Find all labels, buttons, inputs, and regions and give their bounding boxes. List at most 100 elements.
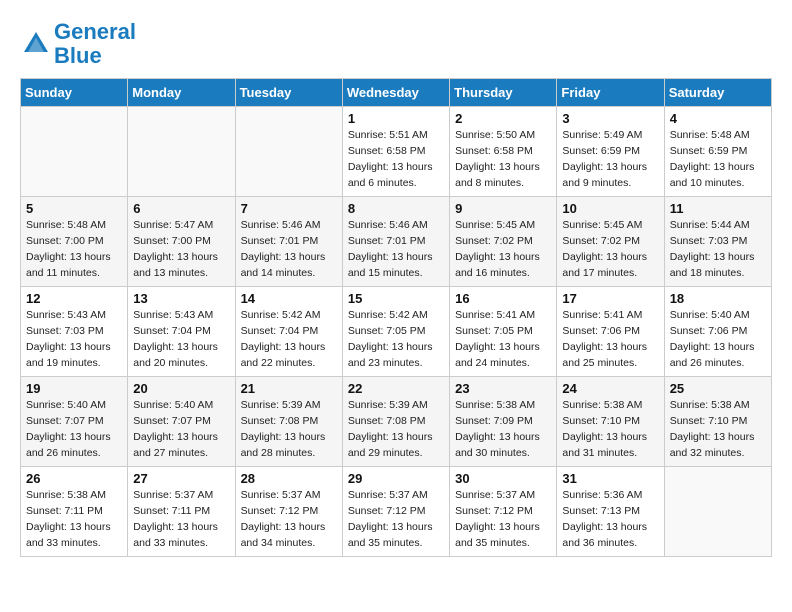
day-number: 8 xyxy=(348,201,444,216)
calendar-cell: 4 Sunrise: 5:48 AMSunset: 6:59 PMDaylight… xyxy=(664,107,771,197)
day-number: 15 xyxy=(348,291,444,306)
logo-icon xyxy=(20,28,52,60)
day-number: 14 xyxy=(241,291,337,306)
calendar-cell xyxy=(128,107,235,197)
day-info: Sunrise: 5:41 AMSunset: 7:05 PMDaylight:… xyxy=(455,308,551,371)
day-number: 21 xyxy=(241,381,337,396)
day-number: 24 xyxy=(562,381,658,396)
calendar-cell: 7 Sunrise: 5:46 AMSunset: 7:01 PMDaylight… xyxy=(235,197,342,287)
header-cell-monday: Monday xyxy=(128,79,235,107)
calendar-cell: 24 Sunrise: 5:38 AMSunset: 7:10 PMDayligh… xyxy=(557,377,664,467)
day-number: 26 xyxy=(26,471,122,486)
day-info: Sunrise: 5:47 AMSunset: 7:00 PMDaylight:… xyxy=(133,218,229,281)
day-info: Sunrise: 5:39 AMSunset: 7:08 PMDaylight:… xyxy=(348,398,444,461)
calendar-cell: 5 Sunrise: 5:48 AMSunset: 7:00 PMDaylight… xyxy=(21,197,128,287)
day-info: Sunrise: 5:38 AMSunset: 7:09 PMDaylight:… xyxy=(455,398,551,461)
day-number: 31 xyxy=(562,471,658,486)
calendar-cell: 21 Sunrise: 5:39 AMSunset: 7:08 PMDayligh… xyxy=(235,377,342,467)
calendar-week-2: 12 Sunrise: 5:43 AMSunset: 7:03 PMDayligh… xyxy=(21,287,772,377)
day-info: Sunrise: 5:45 AMSunset: 7:02 PMDaylight:… xyxy=(455,218,551,281)
day-info: Sunrise: 5:46 AMSunset: 7:01 PMDaylight:… xyxy=(241,218,337,281)
day-number: 5 xyxy=(26,201,122,216)
calendar-cell: 20 Sunrise: 5:40 AMSunset: 7:07 PMDayligh… xyxy=(128,377,235,467)
day-info: Sunrise: 5:39 AMSunset: 7:08 PMDaylight:… xyxy=(241,398,337,461)
calendar-cell: 1Sunrise: 5:51 AMSunset: 6:58 PMDaylight… xyxy=(342,107,449,197)
day-info: Sunrise: 5:48 AMSunset: 6:59 PMDaylight:… xyxy=(670,128,766,191)
calendar-week-3: 19Sunrise: 5:40 AMSunset: 7:07 PMDayligh… xyxy=(21,377,772,467)
day-number: 4 xyxy=(670,111,766,126)
day-info: Sunrise: 5:38 AMSunset: 7:10 PMDaylight:… xyxy=(670,398,766,461)
day-number: 6 xyxy=(133,201,229,216)
header-cell-thursday: Thursday xyxy=(450,79,557,107)
calendar-cell: 18Sunrise: 5:40 AMSunset: 7:06 PMDayligh… xyxy=(664,287,771,377)
header-cell-sunday: Sunday xyxy=(21,79,128,107)
calendar-cell: 28 Sunrise: 5:37 AMSunset: 7:12 PMDayligh… xyxy=(235,467,342,557)
calendar-cell: 19Sunrise: 5:40 AMSunset: 7:07 PMDayligh… xyxy=(21,377,128,467)
day-info: Sunrise: 5:36 AMSunset: 7:13 PMDaylight:… xyxy=(562,488,658,551)
day-info: Sunrise: 5:41 AMSunset: 7:06 PMDaylight:… xyxy=(562,308,658,371)
day-number: 9 xyxy=(455,201,551,216)
day-number: 23 xyxy=(455,381,551,396)
header-cell-wednesday: Wednesday xyxy=(342,79,449,107)
calendar-cell: 15 Sunrise: 5:42 AMSunset: 7:05 PMDayligh… xyxy=(342,287,449,377)
calendar-cell xyxy=(664,467,771,557)
day-info: Sunrise: 5:37 AMSunset: 7:11 PMDaylight:… xyxy=(133,488,229,551)
calendar-cell xyxy=(235,107,342,197)
calendar-cell: 9 Sunrise: 5:45 AMSunset: 7:02 PMDaylight… xyxy=(450,197,557,287)
day-number: 22 xyxy=(348,381,444,396)
day-number: 17 xyxy=(562,291,658,306)
calendar-table: SundayMondayTuesdayWednesdayThursdayFrid… xyxy=(20,78,772,557)
day-info: Sunrise: 5:44 AMSunset: 7:03 PMDaylight:… xyxy=(670,218,766,281)
header-cell-tuesday: Tuesday xyxy=(235,79,342,107)
calendar-cell: 29 Sunrise: 5:37 AMSunset: 7:12 PMDayligh… xyxy=(342,467,449,557)
day-number: 27 xyxy=(133,471,229,486)
calendar-cell: 3 Sunrise: 5:49 AMSunset: 6:59 PMDaylight… xyxy=(557,107,664,197)
day-number: 20 xyxy=(133,381,229,396)
calendar-cell: 13Sunrise: 5:43 AMSunset: 7:04 PMDayligh… xyxy=(128,287,235,377)
day-info: Sunrise: 5:43 AMSunset: 7:04 PMDaylight:… xyxy=(133,308,229,371)
day-number: 7 xyxy=(241,201,337,216)
header-cell-friday: Friday xyxy=(557,79,664,107)
day-number: 2 xyxy=(455,111,551,126)
calendar-cell: 16 Sunrise: 5:41 AMSunset: 7:05 PMDayligh… xyxy=(450,287,557,377)
logo-text: General Blue xyxy=(54,20,136,68)
day-info: Sunrise: 5:51 AMSunset: 6:58 PMDaylight:… xyxy=(348,128,444,191)
day-number: 29 xyxy=(348,471,444,486)
calendar-cell: 10Sunrise: 5:45 AMSunset: 7:02 PMDayligh… xyxy=(557,197,664,287)
day-number: 28 xyxy=(241,471,337,486)
calendar-cell: 11 Sunrise: 5:44 AMSunset: 7:03 PMDayligh… xyxy=(664,197,771,287)
day-number: 11 xyxy=(670,201,766,216)
calendar-week-0: 1Sunrise: 5:51 AMSunset: 6:58 PMDaylight… xyxy=(21,107,772,197)
day-info: Sunrise: 5:43 AMSunset: 7:03 PMDaylight:… xyxy=(26,308,122,371)
day-number: 18 xyxy=(670,291,766,306)
header-cell-saturday: Saturday xyxy=(664,79,771,107)
day-info: Sunrise: 5:37 AMSunset: 7:12 PMDaylight:… xyxy=(348,488,444,551)
day-info: Sunrise: 5:48 AMSunset: 7:00 PMDaylight:… xyxy=(26,218,122,281)
day-info: Sunrise: 5:38 AMSunset: 7:10 PMDaylight:… xyxy=(562,398,658,461)
day-number: 3 xyxy=(562,111,658,126)
day-number: 12 xyxy=(26,291,122,306)
calendar-cell: 17 Sunrise: 5:41 AMSunset: 7:06 PMDayligh… xyxy=(557,287,664,377)
calendar-cell: 6 Sunrise: 5:47 AMSunset: 7:00 PMDaylight… xyxy=(128,197,235,287)
calendar-cell: 8 Sunrise: 5:46 AMSunset: 7:01 PMDaylight… xyxy=(342,197,449,287)
day-number: 16 xyxy=(455,291,551,306)
day-info: Sunrise: 5:46 AMSunset: 7:01 PMDaylight:… xyxy=(348,218,444,281)
day-info: Sunrise: 5:42 AMSunset: 7:05 PMDaylight:… xyxy=(348,308,444,371)
day-info: Sunrise: 5:49 AMSunset: 6:59 PMDaylight:… xyxy=(562,128,658,191)
calendar-cell: 12 Sunrise: 5:43 AMSunset: 7:03 PMDayligh… xyxy=(21,287,128,377)
page-header: General Blue xyxy=(20,20,772,68)
calendar-cell: 2Sunrise: 5:50 AMSunset: 6:58 PMDaylight… xyxy=(450,107,557,197)
calendar-header-row: SundayMondayTuesdayWednesdayThursdayFrid… xyxy=(21,79,772,107)
calendar-cell: 22 Sunrise: 5:39 AMSunset: 7:08 PMDayligh… xyxy=(342,377,449,467)
logo: General Blue xyxy=(20,20,136,68)
day-info: Sunrise: 5:42 AMSunset: 7:04 PMDaylight:… xyxy=(241,308,337,371)
day-number: 30 xyxy=(455,471,551,486)
day-info: Sunrise: 5:40 AMSunset: 7:07 PMDaylight:… xyxy=(26,398,122,461)
calendar-week-1: 5 Sunrise: 5:48 AMSunset: 7:00 PMDaylight… xyxy=(21,197,772,287)
day-number: 25 xyxy=(670,381,766,396)
calendar-body: 1Sunrise: 5:51 AMSunset: 6:58 PMDaylight… xyxy=(21,107,772,557)
day-info: Sunrise: 5:37 AMSunset: 7:12 PMDaylight:… xyxy=(455,488,551,551)
day-number: 10 xyxy=(562,201,658,216)
day-info: Sunrise: 5:40 AMSunset: 7:07 PMDaylight:… xyxy=(133,398,229,461)
day-info: Sunrise: 5:37 AMSunset: 7:12 PMDaylight:… xyxy=(241,488,337,551)
